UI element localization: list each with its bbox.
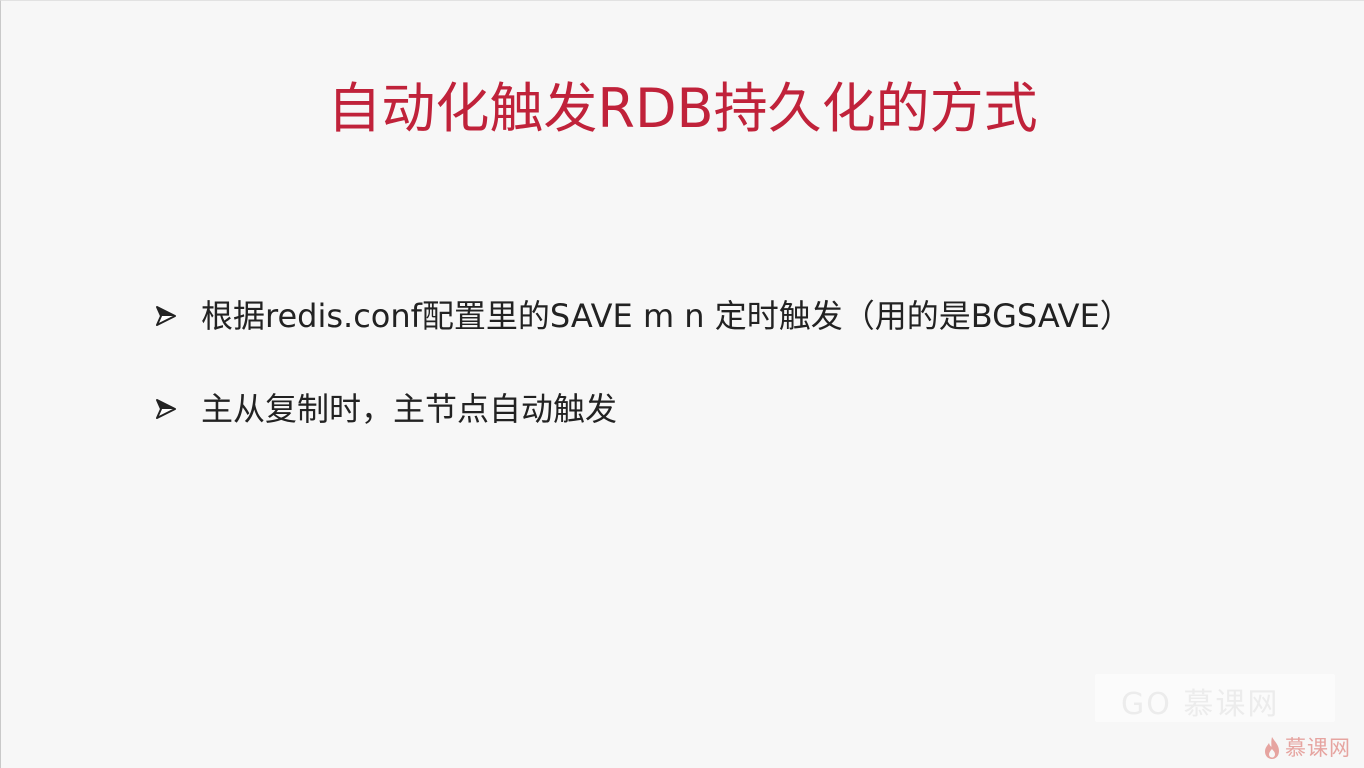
bullet-item: 主从复制时，主节点自动触发 xyxy=(151,379,1132,439)
bullet-item: 根据redis.conf配置里的SAVE m n 定时触发（用的是BGSAVE） xyxy=(151,286,1132,346)
bullet-text: 主从复制时，主节点自动触发 xyxy=(201,390,618,428)
bullet-text: 根据redis.conf配置里的SAVE m n 定时触发（用的是BGSAVE） xyxy=(201,297,1132,335)
watermark-text: GO 慕课网 xyxy=(1121,687,1280,722)
arrow-bullet-icon xyxy=(151,304,181,328)
flame-icon xyxy=(1263,736,1281,760)
arrow-bullet-icon xyxy=(151,397,181,421)
brand-name: 慕课网 xyxy=(1285,736,1351,760)
slide-title: 自动化触发RDB持久化的方式 xyxy=(327,77,1038,140)
slide: 自动化触发RDB持久化的方式 根据redis.conf配置里的SAVE m n … xyxy=(0,0,1364,768)
bullet-list: 根据redis.conf配置里的SAVE m n 定时触发（用的是BGSAVE）… xyxy=(151,286,1132,439)
brand-logo: 慕课网 xyxy=(1263,734,1351,762)
